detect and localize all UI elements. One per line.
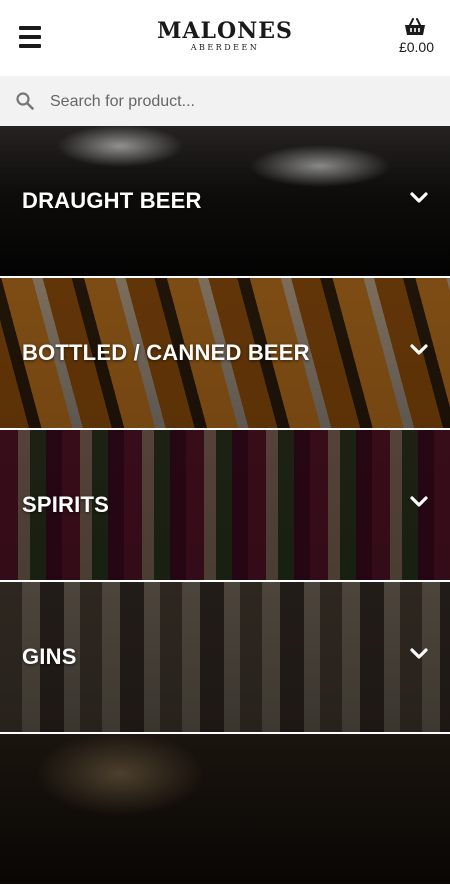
menu-bar (19, 26, 41, 30)
basket-icon (405, 18, 425, 35)
cart-button[interactable]: £0.00 (374, 18, 434, 55)
menu-icon[interactable] (19, 26, 41, 48)
chevron-down-icon[interactable] (410, 648, 428, 660)
logo-main-text: MALONES (157, 18, 293, 44)
category-draught-beer[interactable]: DRAUGHT BEER (0, 126, 450, 276)
cart-total: £0.00 (398, 39, 434, 55)
category-label: GINS (22, 644, 77, 669)
category-next[interactable] (0, 734, 450, 884)
chevron-down-icon[interactable] (410, 344, 428, 356)
category-label: BOTTLED / CANNED BEER (22, 340, 310, 365)
chevron-down-icon[interactable] (410, 192, 428, 204)
logo[interactable]: MALONES ABERDEEN (150, 20, 300, 53)
category-bottled-canned-beer[interactable]: BOTTLED / CANNED BEER (0, 278, 450, 428)
category-label: DRAUGHT BEER (22, 188, 202, 213)
menu-bar (19, 44, 41, 48)
menu-bar (19, 35, 41, 39)
category-gins[interactable]: GINS (0, 582, 450, 732)
chevron-down-icon[interactable] (410, 496, 428, 508)
category-list: DRAUGHT BEER BOTTLED / CANNED BEER SPIRI… (0, 126, 450, 886)
category-label: SPIRITS (22, 492, 109, 517)
category-spirits[interactable]: SPIRITS (0, 430, 450, 580)
search-input[interactable] (48, 88, 432, 116)
app-header: MALONES ABERDEEN £0.00 (0, 0, 450, 76)
search-bar (0, 76, 450, 126)
search-icon (16, 92, 34, 110)
logo-sub-text: ABERDEEN (190, 43, 260, 52)
